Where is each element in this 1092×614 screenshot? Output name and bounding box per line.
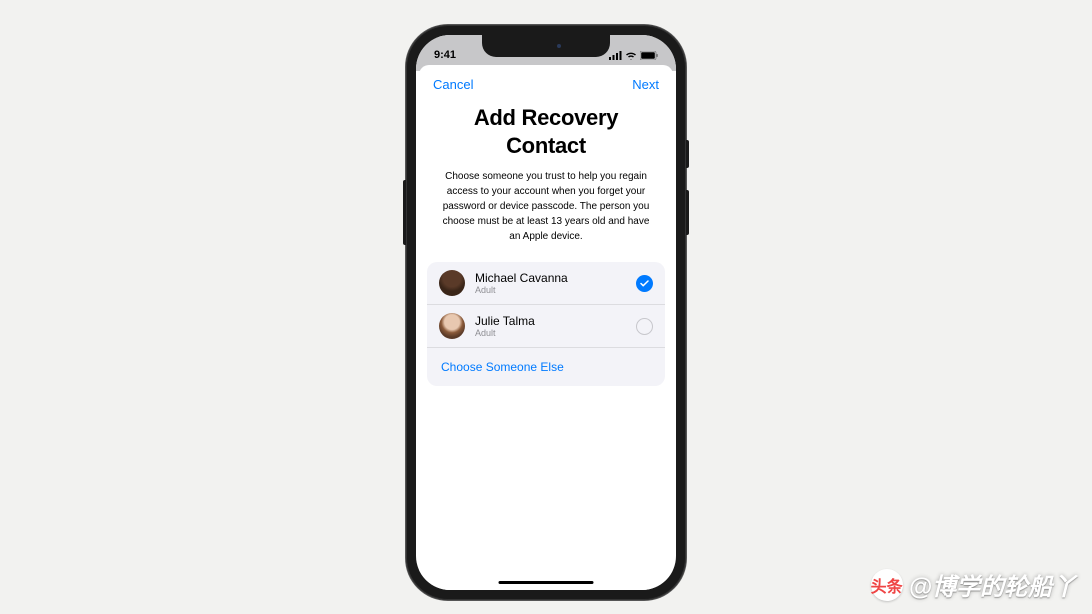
choose-someone-else-button[interactable]: Choose Someone Else [427, 348, 665, 386]
contact-row[interactable]: Michael Cavanna Adult [427, 262, 665, 305]
contact-row[interactable]: Julie Talma Adult [427, 305, 665, 348]
avatar [439, 270, 465, 296]
checkbox-checked[interactable] [636, 275, 653, 292]
modal-header: Cancel Next [419, 65, 673, 100]
page-description: Choose someone you trust to help you reg… [419, 169, 673, 262]
status-indicators [609, 51, 658, 60]
watermark-logo: 头条 [871, 569, 903, 601]
contact-role: Adult [475, 328, 626, 338]
contact-list: Michael Cavanna Adult Julie Talma Adult [427, 262, 665, 386]
contact-name: Michael Cavanna [475, 271, 626, 285]
phone-screen: 9:41 Cancel Next Add Recovery Contact Ch… [416, 35, 676, 590]
status-time: 9:41 [434, 49, 456, 61]
phone-side-button [686, 190, 689, 235]
add-recovery-modal: Cancel Next Add Recovery Contact Choose … [419, 65, 673, 590]
contact-name: Julie Talma [475, 314, 626, 328]
cancel-button[interactable]: Cancel [433, 77, 473, 92]
phone-frame: 9:41 Cancel Next Add Recovery Contact Ch… [406, 25, 686, 600]
checkbox-unchecked[interactable] [636, 318, 653, 335]
phone-side-button [403, 180, 406, 245]
watermark-text: @博学的轮船丫 [909, 567, 1076, 602]
avatar [439, 313, 465, 339]
next-button[interactable]: Next [632, 77, 659, 92]
contact-role: Adult [475, 285, 626, 295]
battery-icon [640, 51, 658, 60]
watermark: 头条 @博学的轮船丫 [871, 567, 1076, 602]
phone-notch [482, 35, 610, 57]
contact-info: Julie Talma Adult [475, 314, 626, 338]
phone-side-button [686, 140, 689, 168]
checkmark-icon [640, 280, 649, 287]
camera-dot [557, 44, 561, 48]
home-indicator[interactable] [499, 581, 594, 585]
cellular-icon [609, 51, 622, 60]
page-title: Add Recovery Contact [419, 100, 673, 169]
wifi-icon [625, 51, 637, 60]
contact-info: Michael Cavanna Adult [475, 271, 626, 295]
